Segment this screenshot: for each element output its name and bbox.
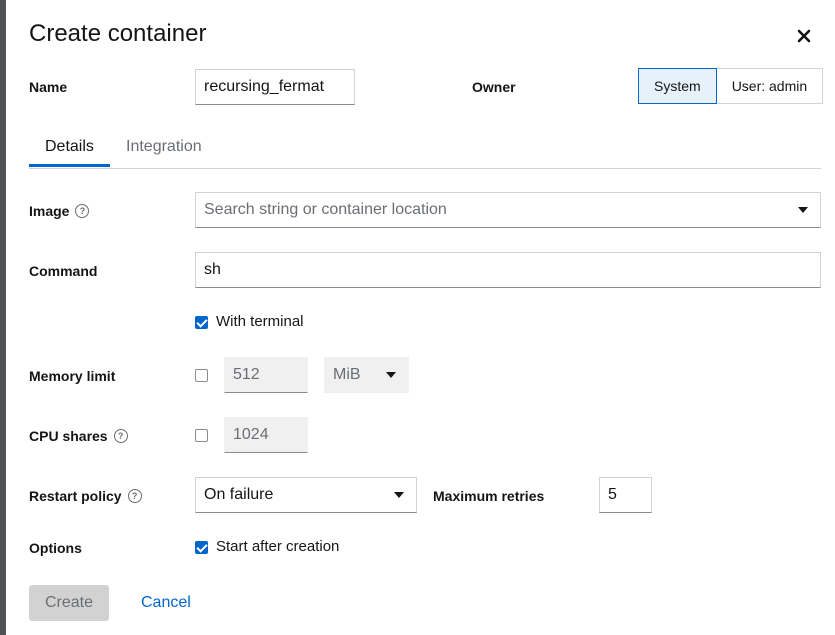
maximum-retries-value: 5	[608, 486, 617, 503]
cpu-shares-value: 1024	[233, 426, 269, 443]
memory-unit-value: MiB	[333, 366, 361, 383]
owner-system-toggle[interactable]: System	[638, 68, 717, 104]
memory-limit-checkbox[interactable]	[195, 369, 208, 382]
memory-limit-value: 512	[233, 366, 260, 383]
start-after-creation-checkbox[interactable]	[195, 541, 208, 554]
restart-policy-select[interactable]: On failure	[195, 477, 417, 513]
with-terminal-label: With terminal	[216, 313, 304, 330]
help-icon[interactable]: ?	[127, 489, 142, 504]
command-input-value: sh	[204, 261, 221, 278]
tab-integration[interactable]: Integration	[126, 138, 202, 156]
command-label: Command	[29, 263, 98, 279]
cancel-button[interactable]: Cancel	[141, 594, 191, 612]
maximum-retries-label: Maximum retries	[433, 488, 545, 504]
tab-bar: Details Integration	[29, 128, 821, 169]
command-input[interactable]: sh	[195, 252, 821, 288]
help-icon[interactable]: ?	[113, 429, 128, 444]
name-input[interactable]: recursing_fermat	[195, 69, 355, 105]
cpu-shares-checkbox[interactable]	[195, 429, 208, 442]
cpu-shares-label-text: CPU shares	[29, 428, 108, 444]
caret-down-icon	[798, 207, 808, 213]
with-terminal-checkbox[interactable]	[195, 316, 208, 329]
active-tab-indicator	[29, 164, 110, 167]
help-icon[interactable]: ?	[75, 204, 90, 219]
memory-limit-input[interactable]: 512	[224, 357, 308, 393]
restart-policy-value: On failure	[204, 486, 274, 503]
cpu-shares-input[interactable]: 1024	[224, 417, 308, 453]
owner-user-toggle[interactable]: User: admin	[716, 68, 824, 104]
name-input-value: recursing_fermat	[204, 78, 325, 95]
owner-label: Owner	[472, 79, 516, 95]
start-after-creation-label: Start after creation	[216, 538, 340, 555]
restart-policy-label: Restart policy?	[29, 488, 142, 504]
caret-down-icon	[394, 492, 404, 498]
image-label: Image?	[29, 203, 90, 219]
cpu-shares-label: CPU shares?	[29, 428, 128, 444]
memory-unit-select[interactable]: MiB	[324, 357, 409, 393]
close-icon[interactable]	[794, 26, 814, 46]
owner-toggle-group: System User: admin	[638, 68, 824, 104]
memory-limit-label: Memory limit	[29, 368, 116, 384]
caret-down-icon	[386, 372, 396, 378]
name-label: Name	[29, 79, 68, 95]
image-placeholder: Search string or container location	[204, 201, 447, 218]
restart-policy-label-text: Restart policy	[29, 488, 122, 504]
dialog-title: Create container	[29, 20, 207, 47]
maximum-retries-input[interactable]: 5	[599, 477, 652, 513]
options-label: Options	[29, 540, 82, 556]
image-search-select[interactable]: Search string or container location	[195, 192, 821, 228]
create-container-dialog: Create container Name recursing_fermat O…	[6, 0, 835, 635]
image-label-text: Image	[29, 203, 70, 219]
create-button[interactable]: Create	[29, 585, 109, 621]
tab-details[interactable]: Details	[45, 138, 94, 156]
